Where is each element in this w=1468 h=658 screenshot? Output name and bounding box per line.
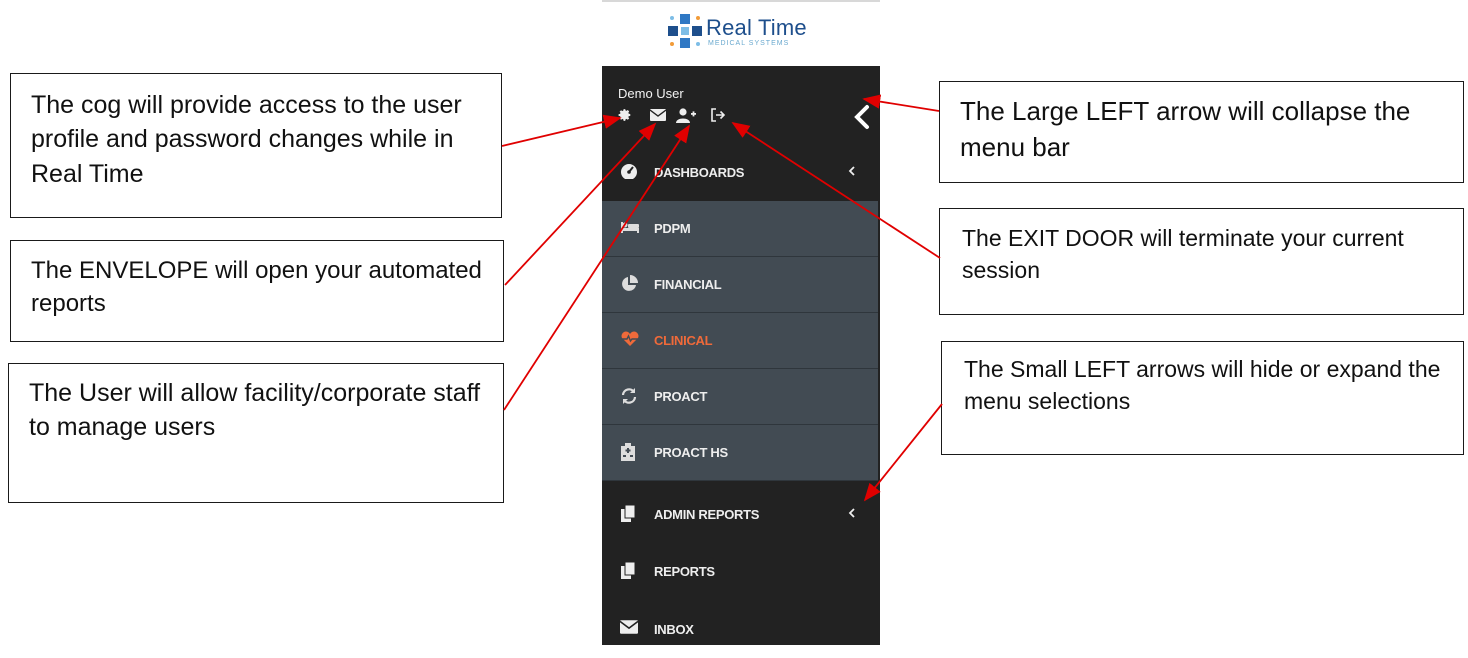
copy-icon	[620, 504, 640, 523]
callout-large-arrow: The Large LEFT arrow will collapse the m…	[939, 81, 1464, 183]
logo-tagline: MEDICAL SYSTEMS	[708, 40, 790, 47]
sidebar-item-label: REPORTS	[654, 564, 715, 579]
sidebar-item-financial[interactable]: FINANCIAL	[602, 257, 878, 313]
sidebar-item-clinical[interactable]: CLINICAL	[602, 313, 878, 369]
sidebar-item-label: PROACT	[654, 389, 708, 404]
sidebar-item-label: PROACT HS	[654, 445, 728, 460]
sidebar-item-label: FINANCIAL	[654, 277, 722, 292]
dashboard-gauge-icon	[620, 163, 640, 181]
chevron-left-icon[interactable]	[848, 165, 858, 179]
sidebar-item-dashboards[interactable]: DASHBOARDS	[602, 145, 880, 201]
sidebar-item-inbox[interactable]: INBOX	[602, 602, 880, 658]
sidebar: Demo User DASHBOARDS PDPM FINANCIAL CLIN…	[602, 66, 880, 645]
gear-icon[interactable]	[618, 108, 634, 124]
sidebar-item-label: PDPM	[654, 221, 691, 236]
sidebar-item-admin-reports[interactable]: ADMIN REPORTS	[602, 487, 880, 543]
sidebar-item-proact-hs[interactable]: PROACT HS	[602, 425, 878, 481]
callout-user-text: The User will allow facility/corporate s…	[29, 379, 481, 442]
callout-exit-door: The EXIT DOOR will terminate your curren…	[939, 208, 1464, 315]
envelope-icon[interactable]	[649, 108, 667, 124]
sidebar-item-reports[interactable]: REPORTS	[602, 544, 880, 600]
callout-small-arrows-text: The Small LEFT arrows will hide or expan…	[964, 356, 1441, 414]
copy-icon	[620, 561, 640, 580]
sidebar-item-label: ADMIN REPORTS	[654, 507, 760, 522]
callout-cog: The cog will provide access to the user …	[10, 73, 502, 218]
user-plus-icon[interactable]	[676, 108, 696, 124]
user-block: Demo User	[616, 86, 869, 132]
sidebar-item-pdpm[interactable]: PDPM	[602, 201, 878, 257]
sign-out-icon[interactable]	[710, 108, 726, 124]
bed-icon	[620, 219, 640, 237]
sidebar-item-proact[interactable]: PROACT	[602, 369, 878, 425]
callout-exit-door-text: The EXIT DOOR will terminate your curren…	[962, 225, 1404, 283]
callout-large-arrow-text: The Large LEFT arrow will collapse the m…	[960, 96, 1411, 162]
sidebar-item-label: DASHBOARDS	[654, 165, 745, 180]
user-name: Demo User	[618, 86, 684, 101]
callout-envelope-text: The ENVELOPE will open your automated re…	[31, 257, 482, 317]
sidebar-item-label: INBOX	[654, 622, 694, 637]
real-time-logo[interactable]: Real Time MEDICAL SYSTEMS	[668, 12, 828, 52]
chevron-left-icon[interactable]	[848, 507, 858, 521]
envelope-icon	[619, 620, 640, 638]
sidebar-item-label: CLINICAL	[654, 333, 713, 348]
chevron-left-icon	[854, 105, 869, 129]
heartbeat-icon	[620, 331, 640, 349]
callout-envelope: The ENVELOPE will open your automated re…	[10, 240, 504, 342]
callout-cog-text: The cog will provide access to the user …	[31, 91, 462, 188]
logo-brand-text: Real Time	[706, 15, 807, 40]
refresh-icon	[620, 387, 640, 405]
callout-user: The User will allow facility/corporate s…	[8, 363, 504, 503]
hospital-icon	[620, 443, 640, 461]
pie-chart-icon	[620, 275, 640, 293]
logo-mark-icon	[668, 14, 702, 48]
collapse-menu-button[interactable]	[852, 104, 874, 132]
callout-small-arrows: The Small LEFT arrows will hide or expan…	[941, 341, 1464, 455]
